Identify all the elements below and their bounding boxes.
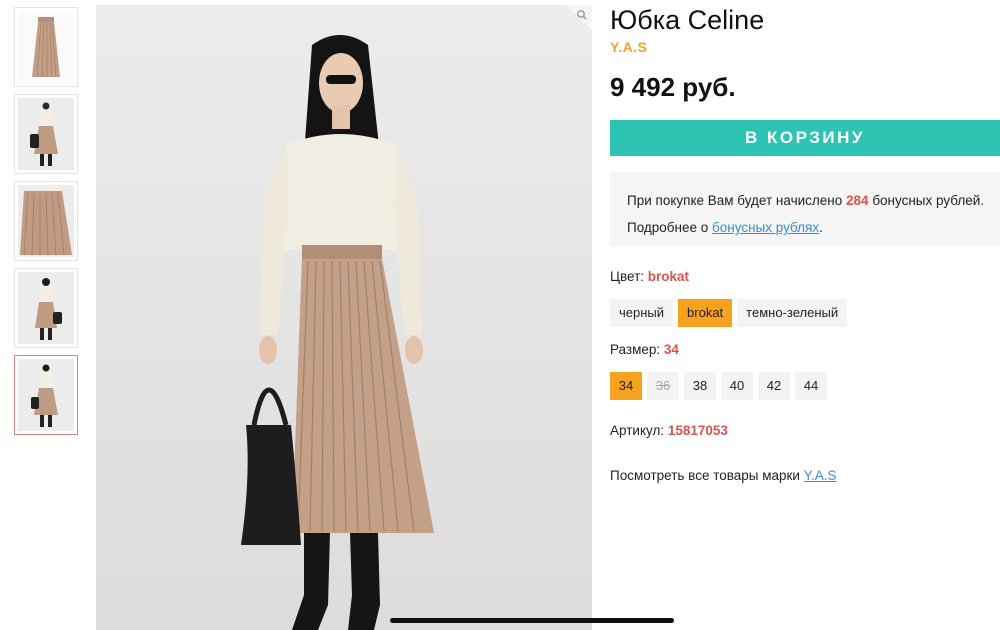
product-brand[interactable]: Y.A.S <box>610 39 648 55</box>
home-indicator <box>390 618 674 623</box>
model-photo <box>241 35 434 630</box>
bonus-info-box: При покупке Вам будет начислено 284 бону… <box>610 172 1000 246</box>
color-option-dark-green[interactable]: темно-зеленый <box>737 299 848 327</box>
skirt-closeup-image <box>18 185 74 257</box>
thumbnail-3[interactable] <box>14 181 78 261</box>
model-full-image <box>18 359 74 431</box>
add-to-cart-button[interactable]: В КОРЗИНУ <box>610 120 1000 156</box>
size-label: Размер: <box>610 342 661 357</box>
size-label-row: Размер: 34 <box>610 342 679 357</box>
bonus-prefix: При покупке Вам будет начислено <box>627 193 843 208</box>
article-row: Артикул: 15817053 <box>610 423 728 438</box>
thumbnail-1[interactable] <box>14 7 78 87</box>
size-selected-value: 34 <box>663 342 679 357</box>
size-option-44[interactable]: 44 <box>795 372 827 400</box>
bonus-suffix: бонусных рублей. <box>872 193 985 208</box>
magnifier-icon[interactable] <box>566 5 592 31</box>
color-option-brokat[interactable]: brokat <box>678 299 733 327</box>
bonus-line-2: Подробнее о бонусных рублях. <box>627 214 1000 241</box>
thumbnail-4[interactable] <box>14 268 78 348</box>
thumbnail-2[interactable] <box>14 94 78 174</box>
color-options: черный brokat темно-зеленый <box>610 299 848 327</box>
bonus-points: 284 <box>846 193 869 208</box>
brand-link-row: Посмотреть все товары марки Y.A.S <box>610 468 837 483</box>
bonus-more-prefix: Подробнее о <box>627 220 709 235</box>
size-option-34[interactable]: 34 <box>610 372 642 400</box>
thumbnail-5[interactable] <box>14 355 78 435</box>
size-option-38[interactable]: 38 <box>684 372 716 400</box>
bonus-line-1: При покупке Вам будет начислено 284 бону… <box>627 187 1000 214</box>
color-option-black[interactable]: черный <box>610 299 674 327</box>
size-option-40[interactable]: 40 <box>721 372 753 400</box>
model-back-image <box>18 272 74 344</box>
size-option-36: 36 <box>647 372 679 400</box>
model-front-image <box>18 98 74 170</box>
article-value: 15817053 <box>667 423 728 438</box>
bonus-rubles-link[interactable]: бонусных рублях <box>712 220 819 235</box>
product-price: 9 492 руб. <box>610 72 736 102</box>
color-label: Цвет: <box>610 269 645 284</box>
size-option-42[interactable]: 42 <box>758 372 790 400</box>
skirt-only-image <box>18 11 74 83</box>
main-product-image[interactable] <box>96 5 592 630</box>
color-selected-value: brokat <box>647 269 690 284</box>
article-label: Артикул: <box>610 423 665 438</box>
thumbnail-gallery <box>14 7 78 442</box>
size-options: 34 36 38 40 42 44 <box>610 372 832 400</box>
brand-link[interactable]: Y.A.S <box>804 468 837 483</box>
product-title: Юбка Celine <box>610 5 765 35</box>
color-label-row: Цвет: brokat <box>610 269 689 284</box>
bonus-more-suffix: . <box>819 220 823 235</box>
brand-link-prefix: Посмотреть все товары марки <box>610 468 800 483</box>
